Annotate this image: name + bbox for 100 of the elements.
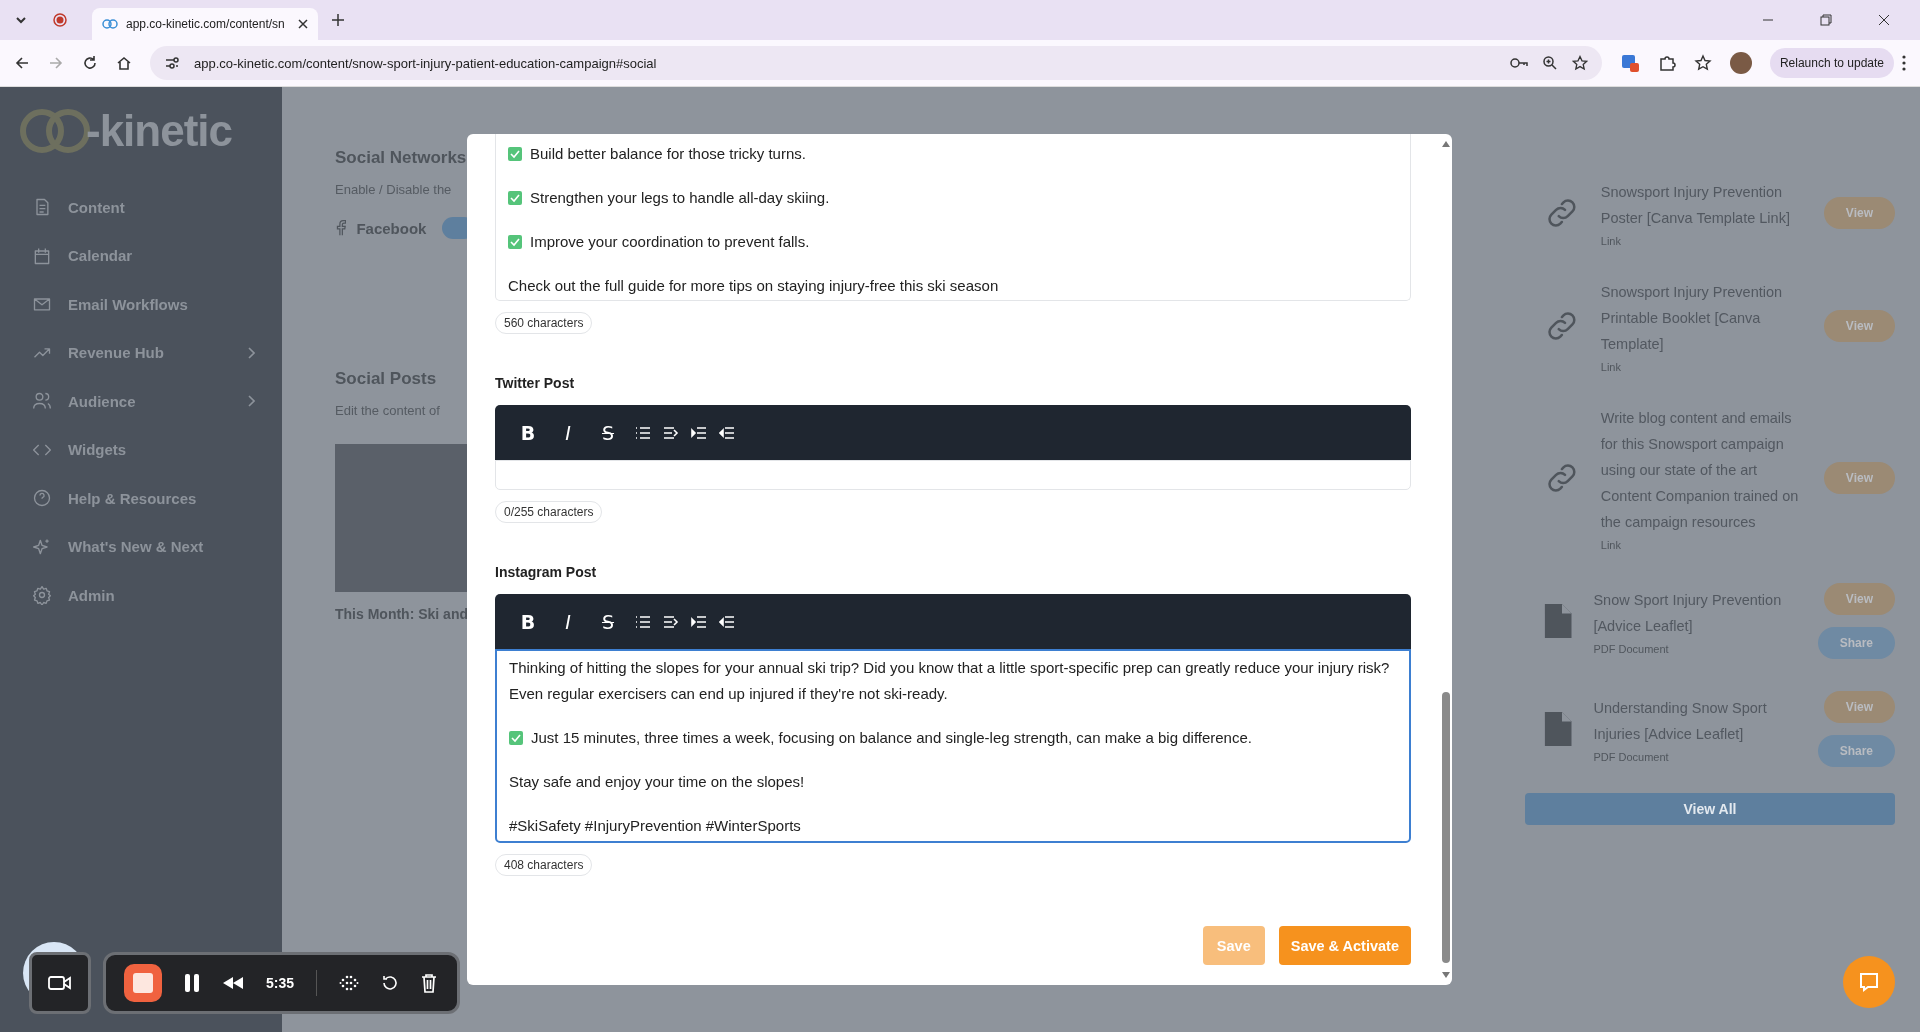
new-tab-icon[interactable]: [332, 14, 344, 26]
chevron-icon: [247, 346, 255, 359]
star-icon[interactable]: [1571, 55, 1588, 71]
scrollbar-thumb[interactable]: [1442, 692, 1450, 963]
format-button[interactable]: S: [593, 421, 623, 444]
stop-button[interactable]: [124, 964, 162, 1002]
more-icon[interactable]: [1902, 55, 1906, 71]
indent-icon[interactable]: [663, 614, 679, 629]
zoom-icon[interactable]: [1541, 55, 1558, 71]
sidebar-item[interactable]: What's New & Next: [20, 522, 255, 571]
rings-icon: [102, 19, 118, 29]
sidebar-item[interactable]: Revenue Hub: [20, 328, 255, 377]
profile-avatar[interactable]: [1729, 52, 1752, 74]
post-text: Thinking of hitting the slopes for your annual ski trip? Did you know that a little sport-specific prep can greatly reduce your injury risk? Even regular exercisers can end up injured if they're not ski-ready.: [509, 658, 1391, 704]
view-button[interactable]: View: [1823, 197, 1895, 229]
extension-icon[interactable]: [1619, 53, 1640, 73]
sidebar-item[interactable]: Calendar: [20, 231, 255, 280]
pause-icon[interactable]: [184, 973, 200, 993]
indent-icon[interactable]: [691, 425, 707, 440]
resource-title: Snowsport Injury Prevention Poster [Canva Template Link]: [1600, 183, 1791, 228]
text-editor[interactable]: [495, 649, 1411, 843]
save-button[interactable]: Save: [1202, 926, 1265, 965]
format-button[interactable]: I: [553, 421, 583, 444]
bullet-list-icon[interactable]: [635, 614, 651, 629]
puzzle-icon[interactable]: [1657, 54, 1676, 72]
save-activate-button[interactable]: Save & Activate: [1278, 926, 1411, 965]
view-all-button[interactable]: View All: [1525, 793, 1895, 825]
post-text: Stay safe and enjoy your time on the slopes!: [509, 772, 805, 792]
key-icon[interactable]: [1509, 57, 1528, 69]
resource-title: Write blog content and emails for this Snowsport campaign using our state of the art Content Companion trained on the campaign resources: [1600, 409, 1800, 532]
section-title: Social Posts: [335, 369, 438, 389]
checkmark-icon: [508, 147, 522, 161]
close-icon[interactable]: [298, 19, 308, 29]
file-icon: [1543, 601, 1574, 641]
indent-icon[interactable]: [663, 425, 679, 440]
resource-title: Understanding Snow Sport Injuries [Advice Leaflet]: [1593, 699, 1768, 744]
site-settings-icon[interactable]: [164, 55, 180, 71]
users-icon: [32, 391, 52, 412]
resource-type: Link: [1600, 539, 1622, 551]
format-button[interactable]: I: [553, 610, 583, 633]
scroll-up-icon[interactable]: [1441, 140, 1451, 148]
sidebar-item[interactable]: Widgets: [20, 425, 255, 474]
format-button[interactable]: B: [513, 421, 543, 444]
chat-button[interactable]: [1843, 956, 1895, 1008]
checkmark-icon: [508, 191, 522, 205]
help-icon: [32, 488, 52, 509]
post-text: Strengthen your legs to handle all-day skiing.: [530, 188, 830, 208]
outdent-icon[interactable]: [719, 425, 735, 440]
post-caption: This Month: Ski and: [335, 606, 469, 622]
home-icon[interactable]: [116, 55, 132, 71]
view-button[interactable]: View: [1823, 583, 1895, 615]
logo-text: -kinetic: [86, 106, 233, 156]
view-button[interactable]: View: [1823, 691, 1895, 723]
share-button[interactable]: Share: [1817, 735, 1895, 767]
tab-title: app.co-kinetic.com/content/sn: [126, 17, 286, 31]
view-button[interactable]: View: [1823, 310, 1895, 342]
post-text: Improve your coordination to prevent falls.: [530, 232, 810, 252]
relaunch-button[interactable]: Relaunch to update: [1769, 48, 1894, 78]
chevron-icon: [247, 395, 255, 408]
post-text: #SkiSafety #InjuryPrevention #WinterSports: [509, 816, 801, 836]
post-text: Build better balance for those tricky turns.: [530, 144, 806, 164]
rewind-icon[interactable]: [222, 976, 244, 990]
sidebar-item[interactable]: Help & Resources: [20, 474, 255, 523]
post-text: Just 15 minutes, three times a week, focusing on balance and single-leg strength, can make a big difference.: [531, 728, 1252, 748]
format-button[interactable]: S: [593, 610, 623, 633]
restart-icon[interactable]: [381, 974, 400, 992]
sidebar-item[interactable]: Content: [20, 183, 255, 232]
browser-tab[interactable]: app.co-kinetic.com/content/sn: [92, 8, 318, 40]
record-icon[interactable]: [52, 12, 68, 28]
restore-icon[interactable]: [1820, 14, 1832, 26]
sidebar-item[interactable]: Admin: [20, 571, 255, 620]
grid-dots-icon[interactable]: [339, 973, 360, 993]
bookmarks-icon[interactable]: [1693, 54, 1712, 72]
outdent-icon[interactable]: [719, 614, 735, 629]
settings-icon: [32, 585, 52, 606]
checkmark-icon: [509, 731, 523, 745]
sidebar-item[interactable]: Audience: [20, 377, 255, 426]
camera-button[interactable]: [29, 952, 91, 1014]
reload-icon[interactable]: [82, 55, 98, 71]
resource-title: Snowsport Injury Prevention Printable Booklet [Canva Template]: [1600, 283, 1784, 354]
section-title: Social Networks: [335, 148, 468, 168]
back-icon[interactable]: [14, 55, 30, 71]
sidebar-item[interactable]: Email Workflows: [20, 280, 255, 329]
checkmark-icon: [508, 235, 522, 249]
trash-icon[interactable]: [421, 973, 438, 993]
section-subtitle: Enable / Disable the: [335, 182, 453, 197]
file-icon: [1543, 709, 1574, 749]
resource-title: Snow Sport Injury Prevention [Advice Leaflet]: [1593, 591, 1783, 636]
scroll-down-icon[interactable]: [1441, 971, 1451, 979]
camera-icon: [48, 975, 72, 991]
chat-icon: [1858, 971, 1880, 993]
address-field[interactable]: app.co-kinetic.com/content/snow-sport-injury-patient-education-campaign#social: [150, 46, 1602, 80]
format-button[interactable]: B: [513, 610, 543, 633]
bullet-list-icon[interactable]: [635, 425, 651, 440]
share-button[interactable]: Share: [1817, 627, 1895, 659]
resource-type: Link: [1600, 361, 1622, 373]
close-icon[interactable]: [1878, 14, 1890, 26]
view-button[interactable]: View: [1823, 462, 1895, 494]
indent-icon[interactable]: [691, 614, 707, 629]
resource-type: PDF Document: [1593, 643, 1670, 655]
